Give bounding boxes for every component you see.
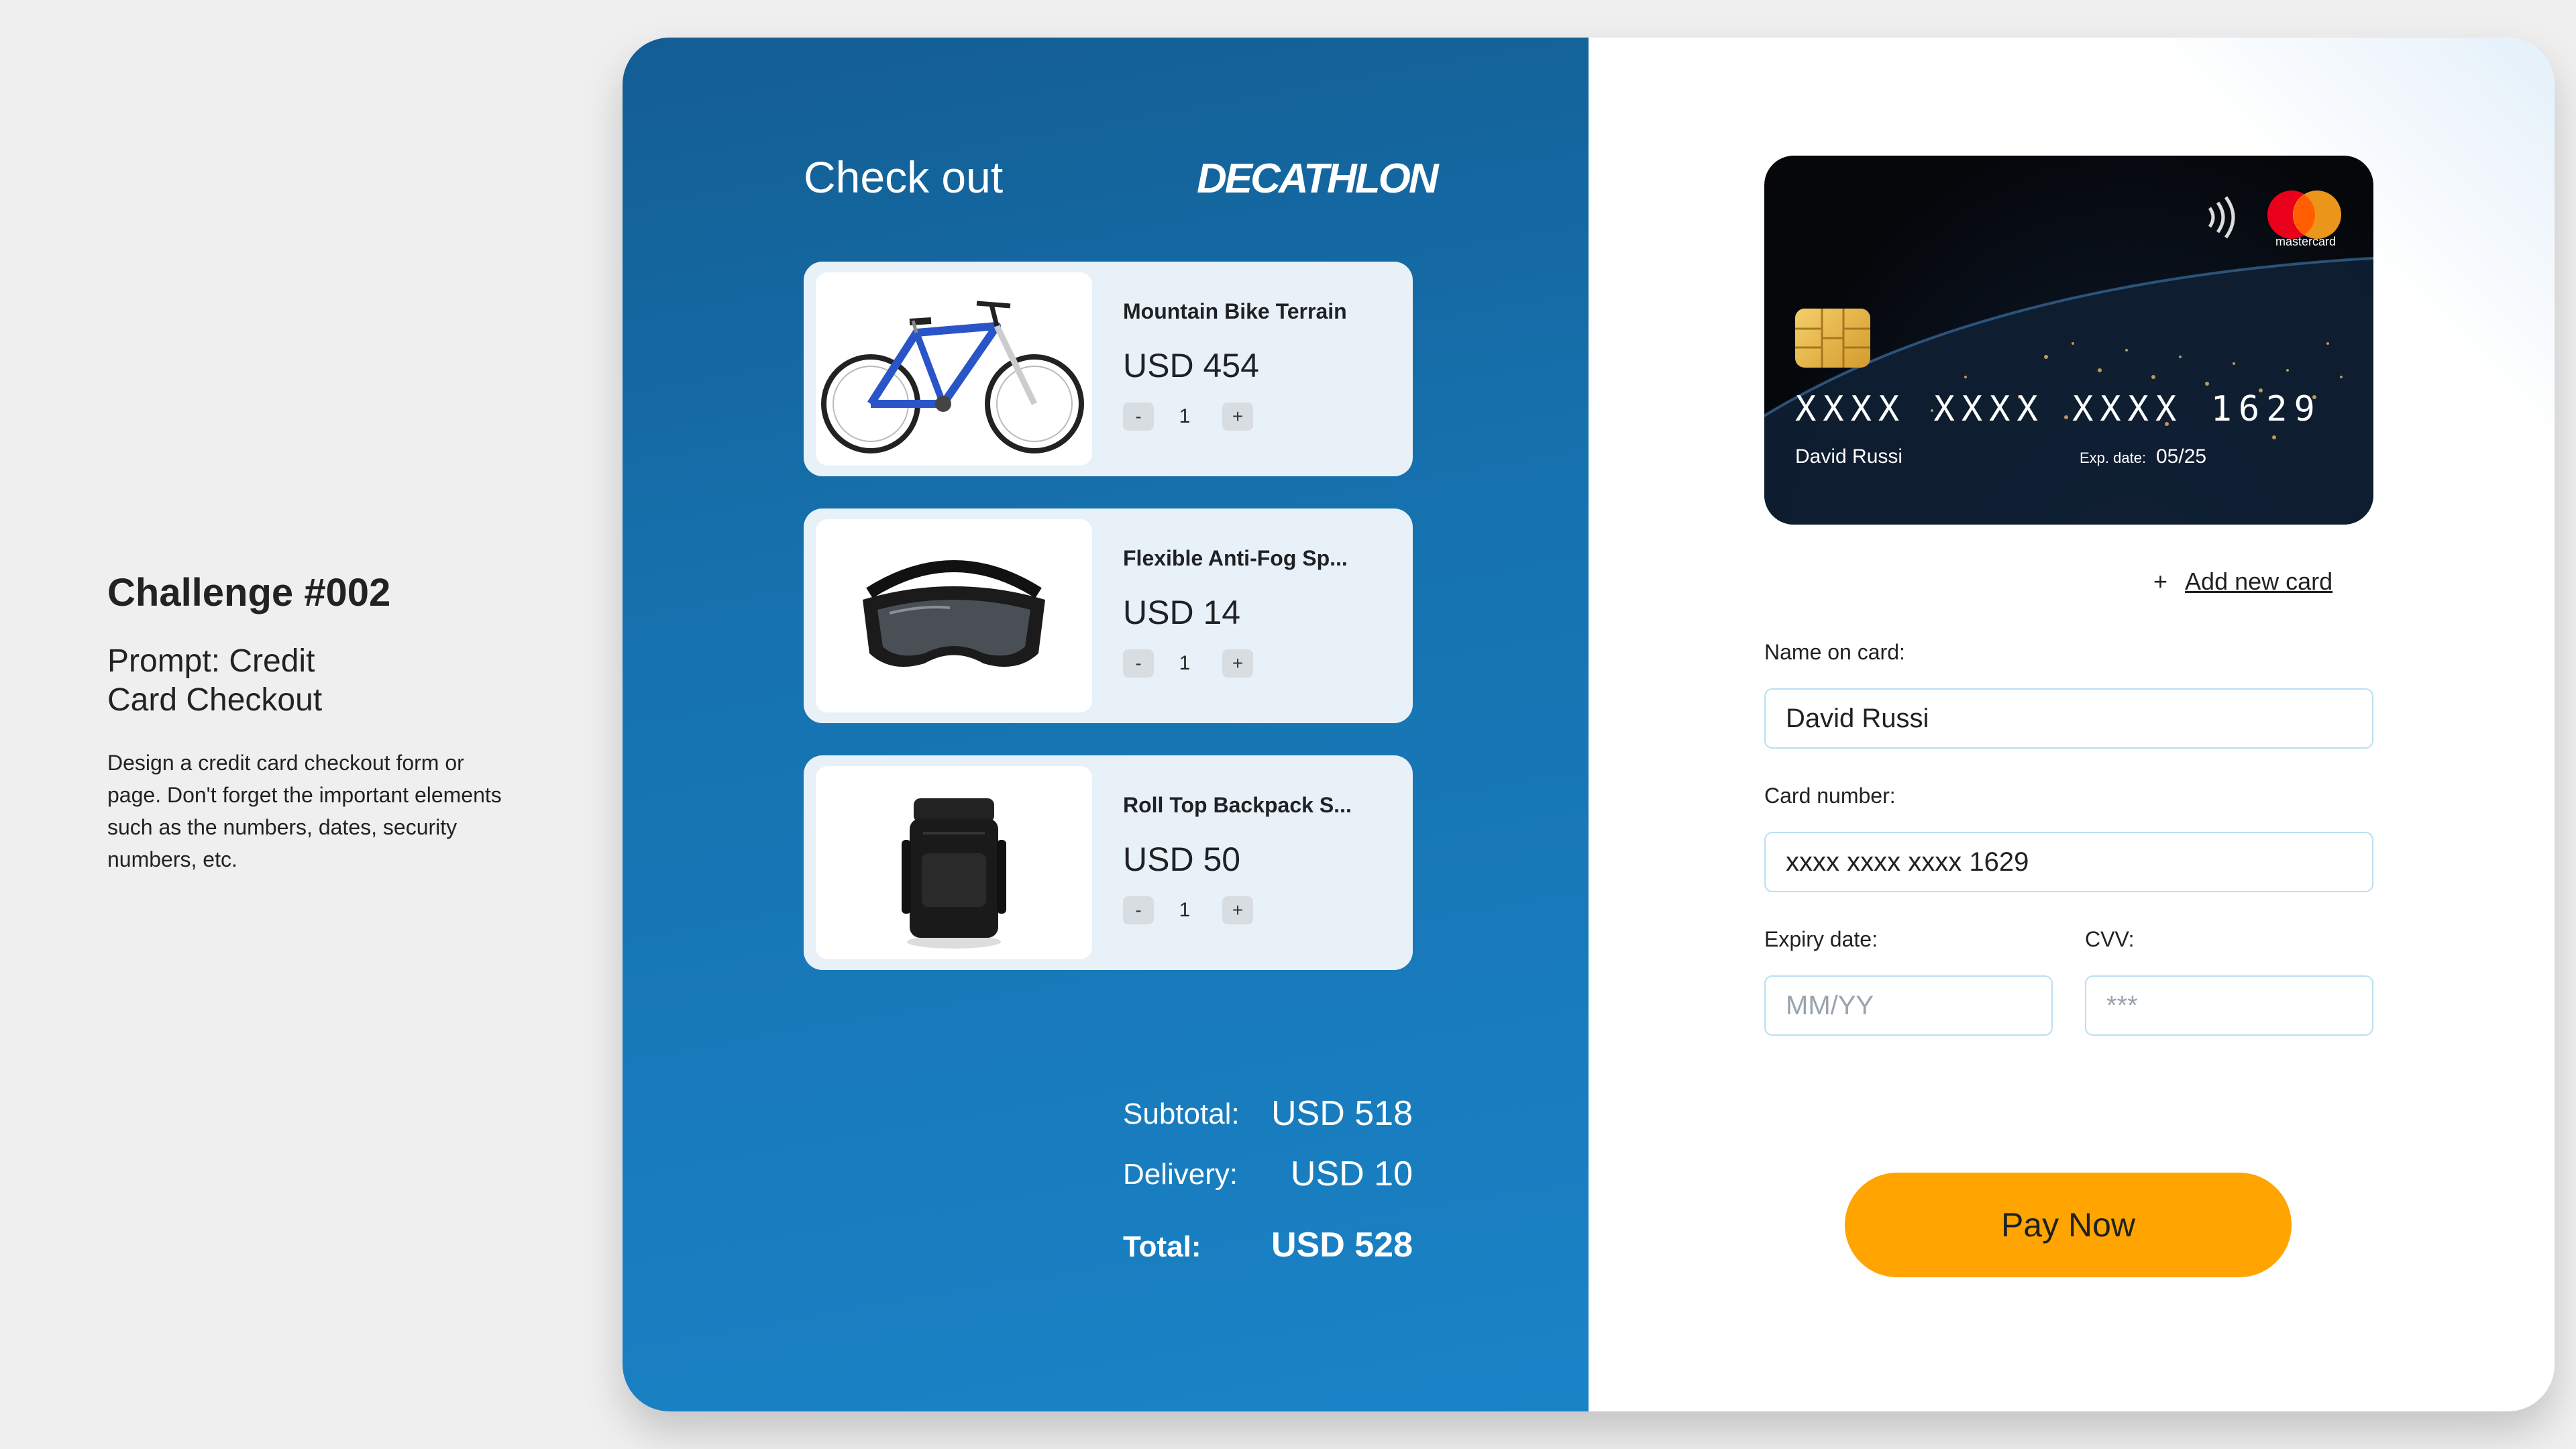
bike-icon: [821, 301, 1084, 453]
card-network-label: mastercard: [2275, 235, 2337, 248]
card-number-input[interactable]: xxxx xxxx xxxx 1629: [1764, 832, 2373, 892]
item-quantity: 1: [1179, 652, 1191, 674]
add-new-card-link[interactable]: + Add new card: [2153, 568, 2332, 596]
total-label: Total:: [1123, 1230, 1201, 1263]
item-name: Mountain Bike Terrain: [1123, 299, 1347, 323]
decrease-qty-button[interactable]: -: [1123, 402, 1154, 431]
increase-qty-button[interactable]: +: [1222, 402, 1253, 431]
cart-item: Roll Top Backpack S... USD 50 - 1 +: [804, 755, 1413, 970]
chip-icon: [1795, 309, 1870, 368]
backpack-icon: [902, 798, 1006, 949]
bike-image: [816, 272, 1092, 466]
plus-icon: +: [2153, 568, 2168, 595]
name-on-card-label: Name on card:: [1764, 640, 1905, 664]
item-quantity: 1: [1179, 405, 1191, 427]
item-name: Flexible Anti-Fog Sp...: [1123, 546, 1348, 570]
total-value: USD 528: [1271, 1226, 1413, 1265]
challenge-prompt: Prompt: Credit Card Checkout: [107, 643, 323, 718]
cart-item: Mountain Bike Terrain USD 454 - 1 +: [804, 262, 1413, 476]
expiry-date-input[interactable]: MM/YY: [1764, 975, 2053, 1036]
challenge-title: Challenge #002: [107, 571, 391, 614]
checkout-title: Check out: [804, 152, 1004, 202]
delivery-value: USD 10: [1290, 1155, 1413, 1193]
cvv-label: CVV:: [2085, 927, 2135, 951]
cart-section: Check out DECATHLON Mountain Bike Terrai…: [623, 38, 1589, 1411]
challenge-description: Design a credit card checkout form or pa…: [107, 751, 502, 871]
decrease-qty-button[interactable]: -: [1123, 649, 1154, 678]
increase-qty-button[interactable]: +: [1222, 649, 1253, 678]
card-number-display: XXXX XXXX XXXX 1629: [1795, 389, 2322, 429]
goggles-icon: [863, 560, 1045, 667]
brand-logo: DECATHLON: [1197, 156, 1439, 202]
card-holder-display: David Russi: [1795, 445, 1903, 468]
card-exp-label: Exp. date:: [2080, 449, 2147, 466]
cvv-input[interactable]: ***: [2085, 975, 2373, 1036]
card-number-label: Card number:: [1764, 784, 1896, 808]
name-on-card-input[interactable]: David Russi: [1764, 688, 2373, 749]
pay-now-button[interactable]: Pay Now: [1845, 1173, 2292, 1277]
subtotal-label: Subtotal:: [1123, 1097, 1240, 1130]
contactless-icon: [2200, 191, 2247, 244]
checkout-panel: Check out DECATHLON Mountain Bike Terrai…: [623, 38, 2555, 1411]
item-quantity: 1: [1179, 899, 1191, 921]
credit-card-preview: mastercard XXXX XXXX XXXX 1629 David Rus…: [1764, 156, 2373, 525]
goggles-image: [816, 519, 1092, 712]
item-price: USD 50: [1123, 841, 1241, 878]
item-price: USD 14: [1123, 594, 1241, 631]
add-new-card-label: Add new card: [2185, 568, 2333, 595]
delivery-label: Delivery:: [1123, 1158, 1238, 1191]
decrease-qty-button[interactable]: -: [1123, 896, 1154, 924]
card-exp-display: 05/25: [2156, 445, 2207, 468]
backpack-image: [816, 766, 1092, 959]
item-price: USD 454: [1123, 347, 1259, 384]
payment-section: mastercard XXXX XXXX XXXX 1629 David Rus…: [1589, 38, 2555, 1411]
expiry-date-label: Expiry date:: [1764, 927, 1878, 951]
subtotal-value: USD 518: [1271, 1094, 1413, 1133]
item-name: Roll Top Backpack S...: [1123, 793, 1352, 817]
cart-item: Flexible Anti-Fog Sp... USD 14 - 1 +: [804, 508, 1413, 723]
challenge-intro: Challenge #002 Prompt: Credit Card Check…: [107, 570, 523, 875]
increase-qty-button[interactable]: +: [1222, 896, 1253, 924]
